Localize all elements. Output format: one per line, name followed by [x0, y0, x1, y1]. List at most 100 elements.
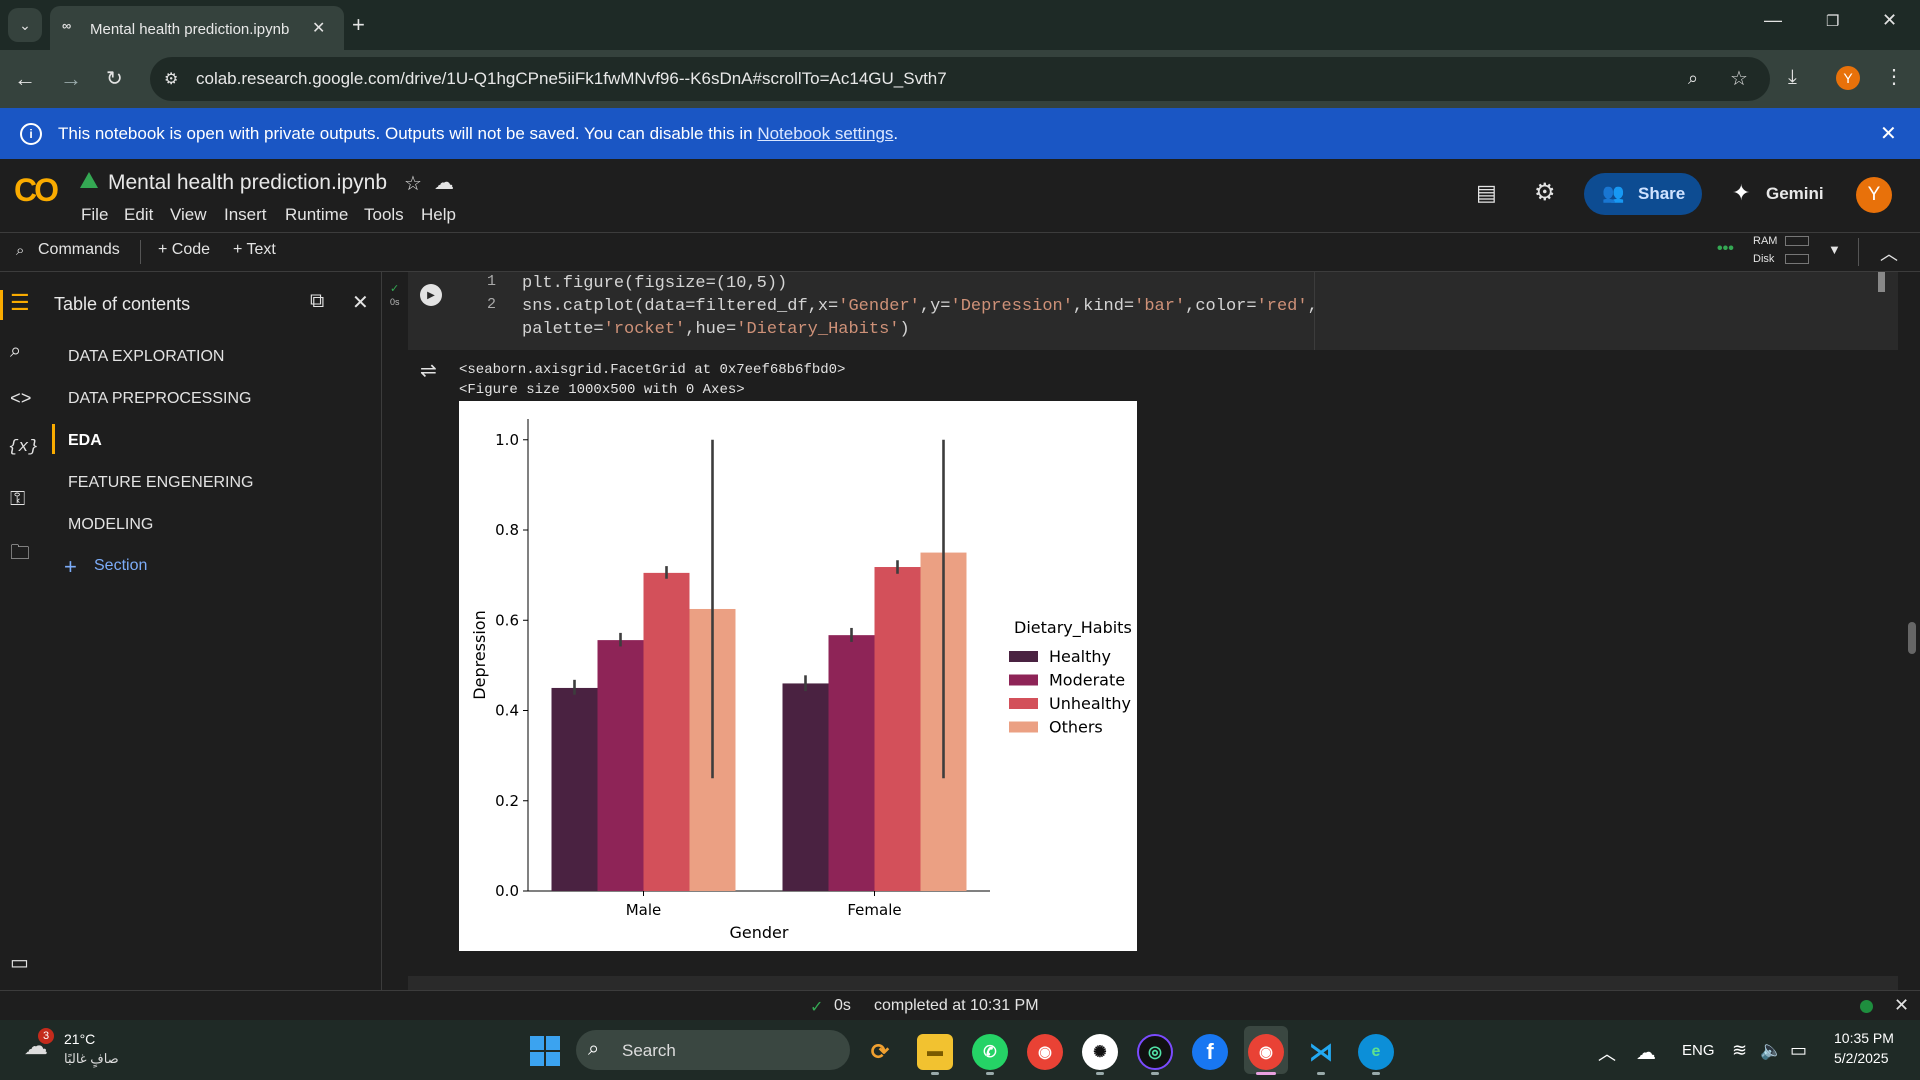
- menu-runtime[interactable]: Runtime: [285, 205, 348, 225]
- add-code-button[interactable]: + Code: [158, 241, 210, 259]
- user-avatar[interactable]: Y: [1856, 177, 1892, 213]
- forward-arrow-icon[interactable]: →: [60, 66, 82, 92]
- output-actions-icon[interactable]: ⇌: [420, 358, 437, 383]
- battery-icon[interactable]: ▭: [1790, 1040, 1807, 1061]
- resources-dropdown-icon[interactable]: ▼: [1828, 242, 1841, 257]
- edge-icon[interactable]: e: [1358, 1034, 1394, 1070]
- toc-item-eda[interactable]: EDA: [68, 432, 102, 450]
- code-snippets-icon[interactable]: <>: [10, 390, 32, 410]
- code-editor[interactable]: plt.figure(figsize=(10,5)) sns.catplot(d…: [522, 272, 1318, 341]
- run-cell-button[interactable]: ▶: [420, 284, 442, 306]
- menu-insert[interactable]: Insert: [224, 205, 267, 225]
- banner-close-icon[interactable]: ✕: [1880, 121, 1897, 146]
- chatgpt-icon[interactable]: ✺: [1082, 1034, 1118, 1070]
- wifi-icon[interactable]: ≋: [1732, 1040, 1747, 1061]
- gemini-label[interactable]: Gemini: [1766, 184, 1824, 204]
- show-hidden-icons-icon[interactable]: ︿: [1598, 1040, 1616, 1066]
- collapse-header-icon[interactable]: ︿: [1880, 240, 1898, 266]
- volume-icon[interactable]: 🔈: [1760, 1040, 1782, 1061]
- new-tab-button[interactable]: +: [352, 12, 365, 38]
- x-tick-label: Male: [626, 901, 662, 919]
- browser-menu-icon[interactable]: ⋮: [1884, 64, 1904, 89]
- file-explorer-icon[interactable]: ▬: [917, 1034, 953, 1070]
- find-in-notebook-icon[interactable]: ⌕: [10, 340, 21, 363]
- zoom-icon[interactable]: ⌕: [1688, 68, 1698, 89]
- next-code-cell[interactable]: [408, 976, 1898, 990]
- cloud-icon[interactable]: ☁: [434, 170, 454, 195]
- clock-date[interactable]: 5/2/2025: [1834, 1050, 1889, 1066]
- toc-item-data-exploration[interactable]: DATA EXPLORATION: [68, 348, 224, 366]
- language-indicator[interactable]: ENG: [1682, 1042, 1715, 1059]
- active-app-indicator: [1256, 1072, 1276, 1075]
- commands-button[interactable]: Commands: [38, 241, 120, 259]
- share-button[interactable]: 👥 Share: [1584, 173, 1702, 215]
- files-folder-icon[interactable]: 🗀: [10, 538, 30, 572]
- vscode-icon[interactable]: ⋊: [1303, 1034, 1339, 1070]
- weather-temp[interactable]: 21°C: [64, 1031, 95, 1047]
- window-close-button[interactable]: ✕: [1882, 10, 1897, 31]
- star-icon[interactable]: ☆: [404, 171, 422, 196]
- private-outputs-banner: i This notebook is open with private out…: [0, 108, 1920, 159]
- app-ring-icon[interactable]: ◎: [1137, 1034, 1173, 1070]
- runtime-connected-dots-icon[interactable]: •••: [1717, 240, 1734, 258]
- table-of-contents-icon[interactable]: ☰: [10, 290, 30, 316]
- toc-item-data-preprocessing[interactable]: DATA PREPROCESSING: [68, 390, 251, 408]
- disk-meter[interactable]: [1785, 254, 1809, 264]
- onedrive-cloud-icon[interactable]: ☁: [1636, 1040, 1656, 1065]
- legend-label: Others: [1049, 718, 1103, 737]
- tab-search-button[interactable]: ⌄: [8, 8, 42, 42]
- variables-icon[interactable]: {x}: [8, 438, 39, 457]
- banner-text: This notebook is open with private outpu…: [58, 124, 753, 143]
- minimize-button[interactable]: —: [1764, 10, 1782, 31]
- status-close-icon[interactable]: ✕: [1894, 995, 1909, 1016]
- code-line-3: palette='rocket',hue='Dietary_Habits'): [522, 320, 910, 339]
- legend-swatch: [1009, 698, 1038, 709]
- menu-view[interactable]: View: [170, 205, 207, 225]
- whatsapp-icon[interactable]: ✆: [972, 1034, 1008, 1070]
- clock-time[interactable]: 10:35 PM: [1834, 1030, 1894, 1046]
- toc-close-icon[interactable]: ✕: [352, 290, 369, 315]
- profile-avatar[interactable]: Y: [1836, 66, 1860, 90]
- secrets-key-icon[interactable]: ⚿: [10, 488, 25, 511]
- command-bar: [0, 232, 1920, 272]
- menu-file[interactable]: File: [81, 205, 108, 225]
- back-arrow-icon[interactable]: ←: [14, 66, 36, 92]
- notebook-settings-link[interactable]: Notebook settings: [757, 124, 893, 143]
- add-section-button[interactable]: Section: [94, 557, 147, 575]
- page-scrollbar[interactable]: [1908, 622, 1916, 654]
- toc-title: Table of contents: [54, 294, 191, 314]
- notebook-title[interactable]: Mental health prediction.ipynb: [108, 171, 387, 195]
- site-info-icon[interactable]: ⚙: [164, 69, 178, 89]
- chrome-active-icon[interactable]: ◉: [1248, 1034, 1284, 1070]
- restore-button[interactable]: ❐: [1826, 12, 1839, 30]
- open-in-tab-icon[interactable]: ⧉: [310, 290, 324, 313]
- weather-desc[interactable]: صافٍ غالبًا: [64, 1051, 119, 1067]
- comments-icon[interactable]: ▤: [1476, 180, 1497, 206]
- gemini-sparkle-icon[interactable]: ✦: [1732, 180, 1750, 206]
- reload-icon[interactable]: ↻: [106, 66, 123, 91]
- bookmark-star-icon[interactable]: ☆: [1730, 66, 1748, 91]
- settings-gear-icon[interactable]: ⚙: [1534, 178, 1556, 207]
- add-section-plus-icon[interactable]: +: [64, 554, 77, 580]
- facebook-icon[interactable]: f: [1192, 1034, 1228, 1070]
- cell-scrollbar[interactable]: [1878, 272, 1885, 292]
- browser-tab[interactable]: ∞ Mental health prediction.ipynb ✕: [50, 6, 344, 50]
- tab-close-icon[interactable]: ✕: [312, 18, 325, 38]
- address-bar[interactable]: ⚙ colab.research.google.com/drive/1U-Q1h…: [150, 57, 1770, 101]
- menu-help[interactable]: Help: [421, 205, 456, 225]
- toc-item-feature-engeneering[interactable]: FEATURE ENGENERING: [68, 474, 254, 492]
- add-text-button[interactable]: + Text: [233, 241, 276, 259]
- toc-item-modeling[interactable]: MODELING: [68, 516, 153, 534]
- widgets-icon[interactable]: ⟳: [862, 1034, 898, 1070]
- download-icon[interactable]: ⤓: [1788, 66, 1797, 89]
- windows-start-icon[interactable]: [530, 1036, 560, 1066]
- menu-tools[interactable]: Tools: [364, 205, 404, 225]
- bar: [643, 572, 690, 891]
- ram-meter[interactable]: [1785, 236, 1809, 246]
- menu-edit[interactable]: Edit: [124, 205, 153, 225]
- chrome-icon[interactable]: ◉: [1027, 1034, 1063, 1070]
- colab-logo[interactable]: CO: [14, 172, 59, 209]
- taskbar-search-box[interactable]: ⌕ Search: [576, 1030, 850, 1070]
- terminal-icon[interactable]: ▭: [10, 950, 29, 975]
- status-text[interactable]: completed at 10:31 PM: [874, 997, 1039, 1015]
